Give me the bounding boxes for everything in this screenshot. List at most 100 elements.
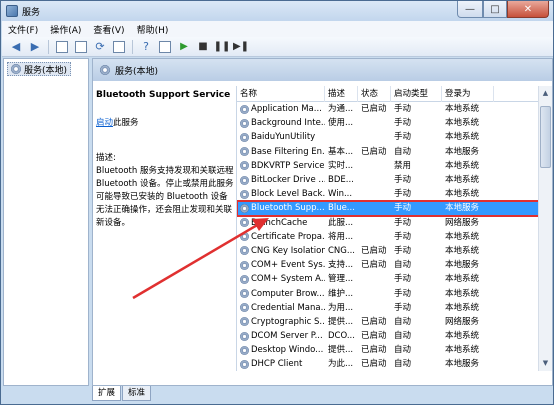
service-startup-cell: 自动 (394, 146, 412, 157)
menu-action[interactable]: 操作(A) (44, 23, 87, 36)
service-gear-icon (240, 303, 249, 313)
service-gear-icon (240, 104, 249, 114)
table-row[interactable]: BitLocker Drive ... BDE... 手动 本地系统 (237, 173, 552, 187)
column-startup-type[interactable]: 启动类型 (391, 86, 442, 102)
table-row[interactable]: Computer Brow... 维护... 手动 本地系统 (237, 286, 552, 300)
service-startup-cell: 自动 (394, 359, 412, 370)
properties-icon[interactable] (73, 39, 89, 55)
service-startup-cell: 手动 (394, 203, 412, 214)
stop-service-icon[interactable]: ■ (195, 39, 211, 55)
restart-service-icon[interactable]: ▶❚ (233, 39, 249, 55)
column-name[interactable]: 名称 (237, 86, 325, 102)
service-logon-cell: 本地系统 (445, 132, 480, 143)
menu-view[interactable]: 查看(V) (87, 23, 130, 36)
service-name-cell: Certificate Propa... (237, 230, 325, 244)
service-name: BDKVRTP Service (251, 160, 325, 171)
column-log-on-as[interactable]: 登录为 (442, 86, 494, 102)
service-desc-cell: 为此... (328, 359, 354, 370)
table-row[interactable]: Base Filtering En... 基本... 已启动 自动 本地服务 (237, 145, 552, 159)
table-row[interactable]: Certificate Propa... 将用... 手动 本地系统 (237, 230, 552, 244)
column-description[interactable]: 描述 (325, 86, 358, 102)
service-name-cell: CNG Key Isolation (237, 244, 325, 258)
service-gear-icon (240, 189, 249, 199)
table-row[interactable]: Application Ma... 为通... 已启动 手动 本地系统 (237, 102, 552, 116)
service-gear-icon (240, 274, 249, 284)
service-desc-cell: Blue... (328, 203, 355, 214)
start-service-link[interactable]: 启动 (96, 118, 113, 128)
table-header: 名称 描述 状态 启动类型 登录为 (237, 86, 552, 102)
back-arrow-icon[interactable]: ◀ (8, 39, 24, 55)
service-startup-cell: 手动 (394, 175, 412, 186)
service-name: DHCP Client (251, 359, 303, 370)
service-gear-icon (240, 289, 249, 299)
close-button[interactable]: ✕ (507, 1, 549, 18)
tree-item-services-local[interactable]: 服务(本地) (7, 62, 72, 76)
service-gear-icon (240, 246, 249, 256)
service-logon-cell: 本地系统 (445, 118, 480, 129)
service-gear-icon (240, 118, 249, 128)
table-row[interactable]: CNG Key Isolation CNG... 已启动 手动 本地系统 (237, 244, 552, 258)
service-status-cell (358, 159, 391, 173)
service-logon-cell: 本地系统 (445, 331, 480, 342)
maximize-button[interactable]: □ (483, 1, 507, 18)
tab-standard[interactable]: 标准 (122, 386, 152, 401)
help-icon[interactable]: ? (138, 39, 154, 55)
scroll-down-icon[interactable]: ▼ (540, 358, 551, 369)
table-row[interactable]: Cryptographic S... 提供... 已启动 自动 网络服务 (237, 315, 552, 329)
description-label: 描述: (96, 153, 116, 163)
table-row[interactable]: BranchCache 此服... 手动 网络服务 (237, 216, 552, 230)
refresh-icon[interactable]: ⟳ (92, 39, 108, 55)
services-table: 名称 描述 状态 启动类型 登录为 Application Ma... 为通...… (236, 86, 552, 371)
service-startup-cell: 自动 (394, 331, 412, 342)
table-row[interactable]: COM+ Event Sys... 支持... 已启动 自动 本地服务 (237, 258, 552, 272)
scroll-up-icon[interactable]: ▲ (540, 88, 551, 99)
table-row[interactable]: Desktop Windo... 提供... 已启动 自动 本地系统 (237, 343, 552, 357)
pause-service-icon[interactable]: ❚❚ (214, 39, 231, 55)
tab-extended[interactable]: 扩展 (92, 386, 122, 401)
service-startup-cell: 手动 (394, 217, 412, 228)
service-desc-cell: 此服... (328, 217, 354, 228)
service-startup-cell: 手动 (394, 104, 412, 115)
table-row[interactable]: DCOM Server P... DCO... 已启动 自动 本地系统 (237, 329, 552, 343)
column-status[interactable]: 状态 (358, 86, 391, 102)
export-list-icon[interactable] (111, 39, 127, 55)
forward-arrow-icon[interactable]: ▶ (27, 39, 43, 55)
table-row[interactable]: DHCP Client 为此... 已启动 自动 本地服务 (237, 357, 552, 371)
service-gear-icon (240, 147, 249, 157)
menu-help[interactable]: 帮助(H) (131, 23, 175, 36)
service-logon-cell: 本地系统 (445, 245, 480, 256)
table-row[interactable]: Credential Mana... 为用... 手动 本地系统 (237, 301, 552, 315)
minimize-button[interactable]: — (457, 1, 483, 18)
table-row[interactable]: Bluetooth Supp... Blue... 手动 本地服务 (237, 200, 552, 217)
service-startup-cell: 手动 (394, 231, 412, 242)
pane-header-title: 服务(本地) (115, 66, 159, 77)
service-logon-cell: 本地系统 (445, 345, 480, 356)
service-desc-cell: 为用... (328, 302, 354, 313)
table-row[interactable]: BDKVRTP Service 实时... 禁用 本地系统 (237, 159, 552, 173)
table-row[interactable]: Block Level Back... Win... 手动 本地系统 (237, 187, 552, 201)
service-logon-cell: 网络服务 (445, 217, 480, 228)
show-hide-tree-icon[interactable] (54, 39, 70, 55)
scrollbar-thumb[interactable] (540, 106, 551, 168)
service-startup-cell: 手动 (394, 189, 412, 200)
console-icon[interactable] (157, 39, 173, 55)
service-status-cell (358, 173, 391, 187)
service-name-cell: COM+ Event Sys... (237, 258, 325, 272)
service-startup-cell: 自动 (394, 316, 412, 327)
service-status-cell (358, 216, 391, 230)
service-name: COM+ System A... (251, 274, 325, 285)
table-row[interactable]: BaiduYunUtility 手动 本地系统 (237, 130, 552, 144)
vertical-scrollbar[interactable]: ▲ ▼ (538, 86, 552, 371)
service-logon-cell: 本地系统 (445, 104, 480, 115)
menu-file[interactable]: 文件(F) (2, 23, 44, 36)
service-desc-cell: 为通... (328, 104, 354, 115)
table-row[interactable]: COM+ System A... 管理... 手动 本地系统 (237, 272, 552, 286)
start-service-icon[interactable]: ▶ (176, 39, 192, 55)
table-row[interactable]: Background Inte... 使用... 手动 本地系统 (237, 116, 552, 130)
service-desc-cell: 提供... (328, 316, 354, 327)
service-name: DCOM Server P... (251, 331, 323, 342)
service-name: CNG Key Isolation (251, 245, 325, 256)
service-logon-cell: 本地系统 (445, 288, 480, 299)
title-bar: 服务 — □ ✕ (1, 1, 553, 21)
service-startup-cell: 手动 (394, 245, 412, 256)
